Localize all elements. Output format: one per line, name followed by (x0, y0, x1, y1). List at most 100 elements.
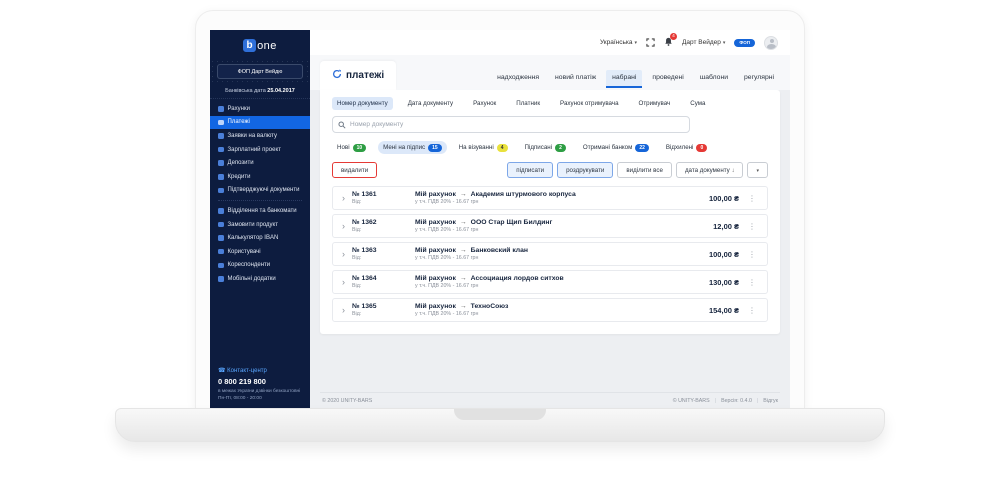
sort-button[interactable]: дата документу ↓ (676, 162, 744, 178)
notification-count-badge: 4 (670, 33, 677, 40)
search-input[interactable] (350, 121, 684, 128)
status-filter[interactable]: На візуванні 4 (454, 141, 513, 154)
status-filter[interactable]: Нові 10 (332, 141, 371, 154)
main-area: Українська ▾ 4 Дарт Вейдер (310, 30, 790, 410)
recipient-name: Академия штурмового корпуса (471, 191, 576, 198)
kebab-menu-icon[interactable]: ⋮ (746, 194, 758, 203)
accounts-icon (218, 106, 224, 112)
tab[interactable]: новий платіж (549, 70, 602, 88)
doc-from-label: Від: (352, 199, 408, 205)
count-badge: 10 (353, 144, 367, 152)
sort-dropdown-button[interactable]: ▾ (747, 162, 768, 178)
table-row[interactable]: › № 1365 Від: Мій рахунок → ТехноС (332, 298, 768, 322)
payer-account: Мій рахунок (415, 247, 456, 254)
filter-chip[interactable]: Сума (685, 97, 710, 110)
tab[interactable]: шаблони (694, 70, 734, 88)
filter-chip[interactable]: Дата документу (403, 97, 458, 110)
arrow-right-icon: → (460, 191, 467, 198)
sidebar-item[interactable]: Кореспонденти (210, 259, 310, 273)
sidebar-item[interactable]: Платежі (210, 116, 310, 130)
contact-block: ☎ Контакт-центр 0 800 219 800 в межах Ук… (210, 361, 310, 410)
user-type-badge: ФОП (734, 39, 755, 47)
count-badge: 2 (555, 144, 566, 152)
actions-row: видалити підписати роздрукувати виділити… (332, 162, 768, 178)
chevron-right-icon[interactable]: › (342, 250, 345, 259)
sidebar-item[interactable]: Підтверджуючі документи (210, 184, 310, 198)
user-menu[interactable]: Дарт Вейдер ▾ (682, 39, 725, 46)
chevron-right-icon[interactable]: › (342, 194, 345, 203)
sidebar-item[interactable]: Кредити (210, 170, 310, 184)
sidebar-item[interactable]: Відділення та банкомати (210, 204, 310, 218)
correspondents-icon (218, 263, 224, 269)
notifications-bell-icon[interactable]: 4 (664, 37, 673, 49)
tab[interactable]: проведені (646, 70, 689, 88)
filter-chip[interactable]: Номер документу (332, 97, 393, 110)
tabs: надходження новий платіж набрані проведе… (491, 70, 780, 90)
kebab-menu-icon[interactable]: ⋮ (746, 306, 758, 315)
doc-from-label: Від: (352, 311, 408, 317)
status-filter[interactable]: Отримані банком 22 (578, 141, 654, 154)
logo-icon: b (243, 39, 256, 52)
table-row[interactable]: › № 1362 Від: Мій рахунок → ООО Ст (332, 214, 768, 238)
branches-icon (218, 208, 224, 214)
footer-feedback-link[interactable]: Відгук (763, 398, 778, 404)
fullscreen-icon[interactable] (646, 38, 655, 47)
tab[interactable]: набрані (606, 70, 642, 88)
chevron-down-icon: ▾ (756, 168, 759, 174)
delete-button[interactable]: видалити (332, 162, 377, 178)
filter-chip[interactable]: Платник (511, 97, 545, 110)
contact-center-link[interactable]: ☎ Контакт-центр (218, 367, 302, 374)
sidebar-item[interactable]: Користувачі (210, 245, 310, 259)
filter-chip[interactable]: Рахунок (468, 97, 501, 110)
payer-account: Мій рахунок (415, 191, 456, 198)
page-title: платежі (346, 70, 384, 81)
avatar[interactable] (764, 36, 778, 50)
filter-chip[interactable]: Отримувач (634, 97, 676, 110)
page-header: платежі надходження новий платіж (310, 55, 790, 90)
chevron-right-icon[interactable]: › (342, 222, 345, 231)
sign-button[interactable]: підписати (507, 162, 553, 178)
language-selector[interactable]: Українська ▾ (600, 39, 637, 46)
print-button[interactable]: роздрукувати (557, 162, 613, 178)
sidebar-item[interactable]: Калькулятор IBAN (210, 231, 310, 245)
table-row[interactable]: › № 1363 Від: Мій рахунок → Банков (332, 242, 768, 266)
content: Номер документу Дата документу Рахунок П… (310, 90, 790, 410)
table-row[interactable]: › № 1361 Від: Мій рахунок → Академ (332, 186, 768, 210)
recipient-name: ООО Стар Щип Билдинг (471, 219, 553, 226)
chevron-right-icon[interactable]: › (342, 278, 345, 287)
payer-account: Мій рахунок (415, 219, 456, 226)
kebab-menu-icon[interactable]: ⋮ (746, 278, 758, 287)
sidebar-item[interactable]: Депозити (210, 156, 310, 170)
vat-note: у т.ч. ПДВ 20% - 16.67 грн (415, 227, 672, 233)
search-box (332, 116, 690, 133)
company-selector-area: ФОП Дарт Вейдю (210, 59, 310, 83)
tab[interactable]: регулярні (738, 70, 780, 88)
payments-card: Номер документу Дата документу Рахунок П… (320, 90, 780, 334)
tab[interactable]: надходження (491, 70, 545, 88)
arrow-right-icon: → (460, 247, 467, 254)
arrow-right-icon: → (460, 303, 467, 310)
salary-icon (218, 147, 224, 153)
status-filter[interactable]: Підписані 2 (520, 141, 571, 154)
sidebar-item[interactable]: Мобільні додатки (210, 272, 310, 286)
payments-list: › № 1361 Від: Мій рахунок → Академ (332, 186, 768, 322)
kebab-menu-icon[interactable]: ⋮ (746, 222, 758, 231)
sidebar-item[interactable]: Замовити продукт (210, 218, 310, 232)
credits-icon (218, 174, 224, 180)
menu-divider (218, 200, 302, 201)
sidebar-item[interactable]: Рахунки (210, 102, 310, 116)
count-badge: 22 (635, 144, 649, 152)
select-all-button[interactable]: виділити все (617, 162, 672, 178)
sidebar-item[interactable]: Зарплатний проект (210, 143, 310, 157)
sidebar-item[interactable]: Заявки на валюту (210, 129, 310, 143)
table-row[interactable]: › № 1364 Від: Мій рахунок → Ассоци (332, 270, 768, 294)
chevron-right-icon[interactable]: › (342, 306, 345, 315)
company-selector[interactable]: ФОП Дарт Вейдю (217, 64, 303, 79)
amount: 100,00 ₴ (679, 194, 739, 203)
status-filter[interactable]: Відхилені 0 (661, 141, 712, 154)
kebab-menu-icon[interactable]: ⋮ (746, 250, 758, 259)
status-filter[interactable]: Мені на підпис 15 (378, 141, 447, 154)
filter-chip[interactable]: Рахунок отримувача (555, 97, 623, 110)
sync-icon[interactable] (332, 66, 342, 84)
count-badge: 0 (696, 144, 707, 152)
